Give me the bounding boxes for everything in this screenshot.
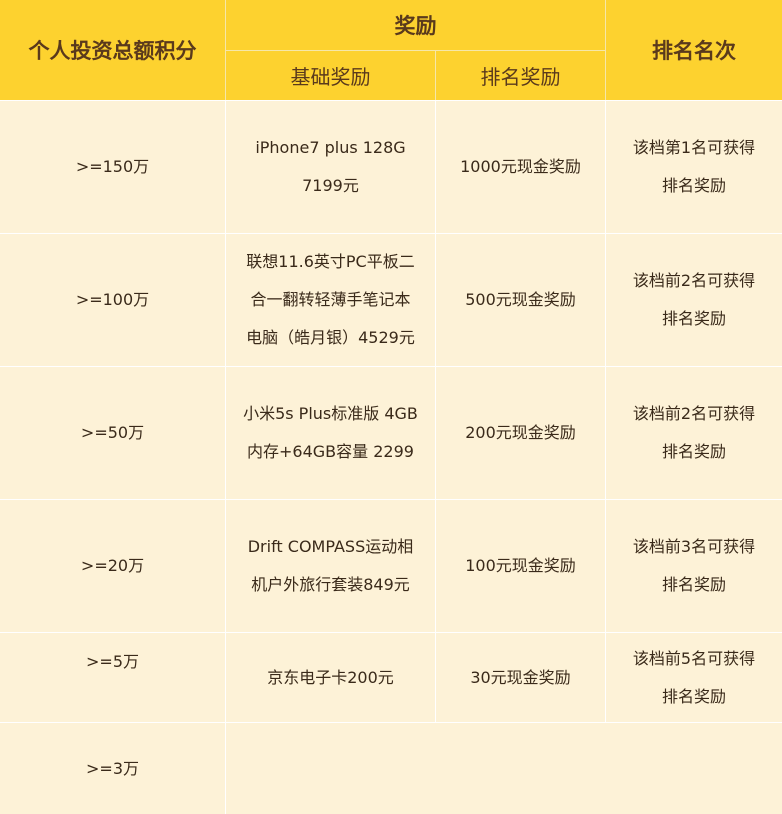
basic-line: 电脑（皓月银）4529元 — [246, 328, 415, 347]
table-row-5-rank: 该档前5名可获得 排名奖励 — [606, 633, 782, 722]
basic-line: 京东电子卡200元 — [267, 667, 394, 687]
table-row-3-basic: 小米5s Plus标准版 4GB 内存+64GB容量 2299 — [226, 367, 435, 499]
rank-line: 该档前5名可获得 — [632, 648, 756, 668]
table-row-5-rank-reward: 30元现金奖励 — [436, 633, 605, 722]
table-row-1-rank: 该档第1名可获得 排名奖励 — [606, 101, 782, 233]
header-reward: 奖励 — [226, 0, 605, 50]
table-row-3-rank: 该档前2名可获得 排名奖励 — [606, 367, 782, 499]
rank-line: 该档前2名可获得 — [632, 404, 756, 423]
basic-line: 联想11.6英寸PC平板二 — [246, 252, 415, 271]
table-row-1-basic: iPhone7 plus 128G 7199元 — [226, 101, 435, 233]
table-row-3-rank-reward: 200元现金奖励 — [436, 367, 605, 499]
table-row-2-rank-reward: 500元现金奖励 — [436, 234, 605, 366]
rank-line: 该档第1名可获得 — [632, 138, 756, 157]
table-row-5-basic: 京东电子卡200元 — [226, 633, 435, 722]
table-row-5-tier: >=5万 — [0, 633, 225, 722]
rank-line: 该档前2名可获得 — [632, 271, 756, 290]
basic-line: Drift COMPASS运动相 — [247, 537, 414, 556]
rank-line: 排名奖励 — [661, 686, 726, 706]
basic-line: 合一翻转轻薄手笔记本 — [250, 290, 411, 309]
rank-line: 排名奖励 — [661, 176, 726, 195]
table-row-4-rank-reward: 100元现金奖励 — [436, 500, 605, 632]
table-row-1-rank-reward: 1000元现金奖励 — [436, 101, 605, 233]
basic-line: 机户外旅行套装849元 — [251, 575, 410, 594]
table-row-4-rank: 该档前3名可获得 排名奖励 — [606, 500, 782, 632]
header-rank-reward: 排名奖励 — [436, 51, 605, 100]
rank-line: 排名奖励 — [661, 442, 726, 461]
header-rank: 排名名次 — [606, 0, 782, 100]
table-row-2-rank: 该档前2名可获得 排名奖励 — [606, 234, 782, 366]
rank-line: 排名奖励 — [661, 575, 726, 594]
table-row-4-tier: >=20万 — [0, 500, 225, 632]
reward-table: 个人投资总额积分 奖励 基础奖励 排名奖励 排名名次 >=150万 iPhone… — [0, 0, 782, 814]
rank-line: 该档前3名可获得 — [632, 537, 756, 556]
table-row-1-tier: >=150万 — [0, 101, 225, 233]
basic-line: 7199元 — [302, 176, 359, 195]
basic-line: 小米5s Plus标准版 4GB — [243, 404, 418, 423]
table-row-3-tier: >=50万 — [0, 367, 225, 499]
basic-line: 内存+64GB容量 2299 — [247, 442, 414, 461]
table-row-4-basic: Drift COMPASS运动相 机户外旅行套装849元 — [226, 500, 435, 632]
table-row-6-empty — [226, 723, 782, 814]
table-row-2-tier: >=100万 — [0, 234, 225, 366]
basic-line: iPhone7 plus 128G — [255, 138, 406, 157]
header-basic-reward: 基础奖励 — [226, 51, 435, 100]
rank-line: 排名奖励 — [661, 309, 726, 328]
table-row-2-basic: 联想11.6英寸PC平板二 合一翻转轻薄手笔记本 电脑（皓月银）4529元 — [226, 234, 435, 366]
header-total-investment: 个人投资总额积分 — [0, 0, 225, 100]
table-row-6-tier: >=3万 — [0, 723, 225, 814]
